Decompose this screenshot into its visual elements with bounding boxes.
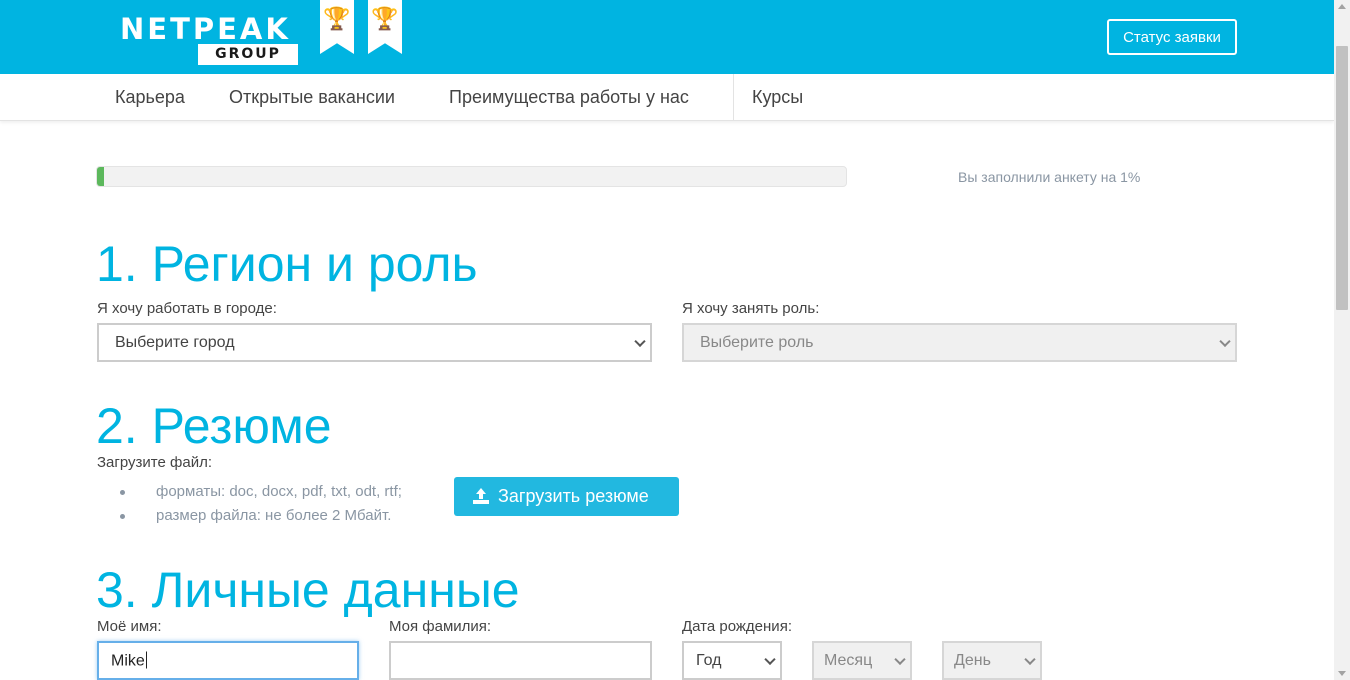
form-progress-bar: [96, 166, 847, 187]
scrollbar-thumb[interactable]: [1336, 46, 1348, 310]
section-title-region-role: 1. Регион и роль: [96, 236, 478, 292]
bullet-dot: [120, 490, 125, 495]
upload-resume-label: Загрузить резюме: [498, 486, 649, 506]
birth-day-value: День: [954, 651, 991, 669]
upload-icon: [473, 488, 489, 504]
upload-resume-button[interactable]: Загрузить резюме: [454, 477, 679, 516]
list-item: форматы: doc, docx, pdf, txt, odt, rtf;: [120, 480, 402, 504]
chevron-down-icon: [764, 653, 776, 665]
scroll-up-arrow-icon[interactable]: [1338, 4, 1346, 9]
birth-year-value: Год: [696, 651, 722, 669]
requirement-size: размер файла: не более 2 Мбайт.: [156, 507, 392, 524]
city-select[interactable]: Выберите город: [97, 323, 652, 362]
logo-wordmark: NETPEAK: [120, 12, 291, 46]
first-name-value: Mike: [111, 651, 147, 669]
text-caret: [145, 651, 147, 668]
application-status-button[interactable]: Статус заявки: [1107, 19, 1237, 55]
scroll-down-arrow-icon[interactable]: [1338, 671, 1346, 676]
trophy-icon: 🏆: [323, 6, 351, 31]
nav-item-benefits[interactable]: Преимущества работы у нас: [449, 74, 689, 120]
first-name-input[interactable]: Mike: [97, 641, 359, 680]
bullet-dot: [120, 514, 125, 519]
birth-month-select[interactable]: Месяц: [812, 641, 912, 680]
site-header: NETPEAK GROUP 🏆 🏆 Статус заявки: [0, 0, 1334, 74]
list-item: размер файла: не более 2 Мбайт.: [120, 504, 402, 528]
chevron-down-icon: [1024, 653, 1036, 665]
logo-group-label: GROUP: [198, 44, 298, 65]
requirement-formats: форматы: doc, docx, pdf, txt, odt, rtf;: [156, 483, 402, 500]
city-select-value: Выберите город: [115, 333, 235, 351]
nav-divider: [733, 74, 734, 120]
nav-item-career[interactable]: Карьера: [115, 74, 185, 120]
last-name-label: Моя фамилия:: [389, 618, 492, 635]
city-label: Я хочу работать в городе:: [97, 300, 277, 317]
first-name-label: Моё имя:: [97, 618, 162, 635]
award-ribbon: 🏆: [320, 0, 354, 54]
birth-year-select[interactable]: Год: [682, 641, 782, 680]
role-select-value: Выберите роль: [700, 333, 814, 351]
netpeak-logo[interactable]: NETPEAK GROUP: [120, 12, 298, 65]
nav-item-courses[interactable]: Курсы: [752, 74, 803, 120]
role-label: Я хочу занять роль:: [682, 300, 820, 317]
chevron-down-icon: [894, 653, 906, 665]
award-ribbon: 🏆: [368, 0, 402, 54]
trophy-icon: 🏆: [371, 6, 399, 31]
main-nav: Карьера Открытые вакансии Преимущества р…: [0, 74, 1334, 121]
last-name-input[interactable]: [389, 641, 652, 680]
upload-requirements-list: форматы: doc, docx, pdf, txt, odt, rtf; …: [120, 480, 402, 528]
upload-file-label: Загрузите файл:: [97, 454, 212, 471]
page-scrollbar[interactable]: [1334, 0, 1350, 680]
birth-day-select[interactable]: День: [942, 641, 1042, 680]
form-progress-fill: [97, 167, 105, 186]
chevron-down-icon: [1219, 335, 1231, 347]
section-title-resume: 2. Резюме: [96, 398, 332, 454]
section-title-personal-data: 3. Личные данные: [96, 562, 520, 618]
birth-date-label: Дата рождения:: [682, 618, 792, 635]
role-select[interactable]: Выберите роль: [682, 323, 1237, 362]
birth-month-value: Месяц: [824, 651, 873, 669]
form-progress-text: Вы заполнили анкету на 1%: [958, 169, 1141, 185]
chevron-down-icon: [634, 335, 646, 347]
nav-item-open-vacancies[interactable]: Открытые вакансии: [229, 74, 395, 120]
